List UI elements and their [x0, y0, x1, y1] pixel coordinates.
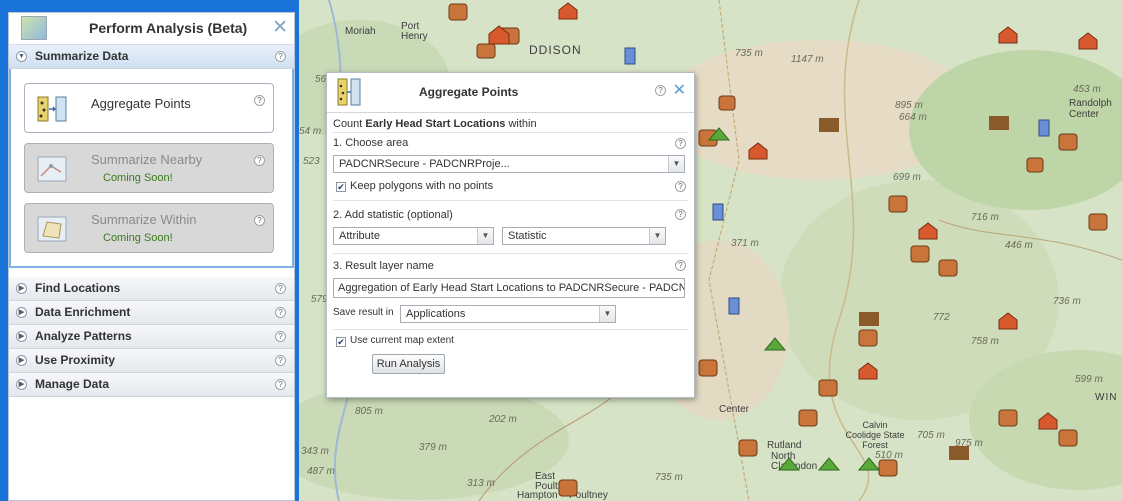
help-icon[interactable]: ? [675, 138, 686, 149]
chevron-down-icon: ▼ [649, 228, 665, 244]
category-summarize-data[interactable]: ▼ Summarize Data ? [9, 45, 294, 69]
help-icon[interactable]: ? [675, 260, 686, 271]
divider [333, 329, 688, 330]
coming-soon-label: Coming Soon! [103, 232, 173, 244]
category-use-proximity[interactable]: ▶ Use Proximity ? [9, 349, 294, 373]
tool-aggregate-points[interactable]: Aggregate Points ? [24, 83, 274, 133]
dialog-header: Aggregate Points ? ✕ [327, 73, 694, 113]
category-manage-data[interactable]: ▶ Manage Data ? [9, 373, 294, 397]
divider [333, 253, 688, 254]
category-data-enrichment[interactable]: ▶ Data Enrichment ? [9, 301, 294, 325]
chevron-down-icon: ▼ [599, 306, 615, 322]
result-layer-name-input[interactable]: Aggregation of Early Head Start Location… [333, 278, 685, 298]
tool-summarize-within: Summarize Within Coming Soon! ? [24, 203, 274, 253]
save-folder-value: Applications [406, 308, 466, 320]
statistic-select[interactable]: Statistic ▼ [502, 227, 666, 245]
category-label: Summarize Data [35, 49, 129, 63]
use-map-extent-checkbox[interactable]: ✔ [336, 337, 346, 347]
expand-icon: ▶ [16, 379, 27, 390]
step-result-layer-name: 3. Result layer name [333, 260, 434, 272]
summarize-data-tools: Aggregate Points ? Summarize Nearby Comi… [9, 69, 294, 268]
category-find-locations[interactable]: ▶ Find Locations ? [9, 277, 294, 301]
category-label: Data Enrichment [35, 305, 131, 319]
save-result-label: Save result in [333, 307, 394, 318]
help-icon[interactable]: ? [275, 51, 286, 62]
step-choose-area: 1. Choose area [333, 137, 409, 149]
aggregate-points-dialog: Aggregate Points ? ✕ Count Early Head St… [326, 72, 695, 398]
expand-icon: ▶ [16, 307, 27, 318]
aggregate-points-icon [337, 78, 361, 106]
summarize-nearby-icon [37, 156, 67, 182]
run-analysis-button[interactable]: Run Analysis [372, 354, 445, 374]
help-icon[interactable]: ? [275, 355, 286, 366]
help-icon[interactable]: ? [655, 85, 666, 96]
help-icon[interactable]: ? [254, 215, 265, 226]
help-icon[interactable]: ? [254, 155, 265, 166]
count-description: Count Early Head Start Locations within [333, 118, 537, 130]
collapse-icon: ▼ [16, 51, 27, 62]
summarize-within-icon [37, 216, 67, 242]
keep-polygons-checkbox[interactable]: ✔ [336, 182, 346, 192]
attribute-select[interactable]: Attribute ▼ [333, 227, 494, 245]
tool-label: Aggregate Points [91, 96, 191, 111]
count-suffix: within [505, 118, 537, 130]
count-prefix: Count [333, 118, 366, 130]
area-select[interactable]: PADCNRSecure - PADCNRProje... ▼ [333, 155, 685, 173]
help-icon[interactable]: ? [675, 209, 686, 220]
help-icon[interactable]: ? [275, 379, 286, 390]
divider [333, 200, 688, 201]
expand-icon: ▶ [16, 355, 27, 366]
close-icon[interactable]: ✕ [673, 80, 686, 100]
chevron-down-icon: ▼ [477, 228, 493, 244]
category-label: Manage Data [35, 377, 110, 391]
tool-label: Summarize Within [91, 212, 197, 227]
attribute-select-value: Attribute [339, 230, 380, 242]
close-icon[interactable]: ✕ [272, 16, 288, 39]
use-map-extent-label: Use current map extent [350, 335, 454, 346]
tool-summarize-nearby: Summarize Nearby Coming Soon! ? [24, 143, 274, 193]
help-icon[interactable]: ? [254, 95, 265, 106]
keep-polygons-label: Keep polygons with no points [350, 180, 494, 192]
help-icon[interactable]: ? [275, 283, 286, 294]
category-analyze-patterns[interactable]: ▶ Analyze Patterns ? [9, 325, 294, 349]
divider [333, 132, 688, 133]
coming-soon-label: Coming Soon! [103, 172, 173, 184]
step-add-statistic: 2. Add statistic (optional) [333, 209, 453, 221]
category-label: Use Proximity [35, 353, 116, 367]
tool-label: Summarize Nearby [91, 152, 203, 167]
expand-icon: ▶ [16, 331, 27, 342]
save-result-folder-select[interactable]: Applications ▼ [400, 305, 616, 323]
category-label: Analyze Patterns [35, 329, 132, 343]
category-label: Find Locations [35, 281, 121, 295]
aggregate-points-icon [37, 96, 67, 122]
pane-title: Perform Analysis (Beta) [89, 20, 248, 36]
help-icon[interactable]: ? [675, 181, 686, 192]
area-select-value: PADCNRSecure - PADCNRProje... [339, 158, 510, 170]
map-thumbnail-icon [21, 16, 47, 40]
chevron-down-icon: ▼ [668, 156, 684, 172]
count-layer-name: Early Head Start Locations [365, 118, 506, 130]
dialog-title: Aggregate Points [419, 85, 519, 99]
perform-analysis-pane: Perform Analysis (Beta) ✕ ▼ Summarize Da… [8, 12, 295, 501]
pane-header: Perform Analysis (Beta) ✕ [9, 13, 294, 45]
help-icon[interactable]: ? [275, 307, 286, 318]
statistic-select-value: Statistic [508, 230, 547, 242]
help-icon[interactable]: ? [275, 331, 286, 342]
expand-icon: ▶ [16, 283, 27, 294]
